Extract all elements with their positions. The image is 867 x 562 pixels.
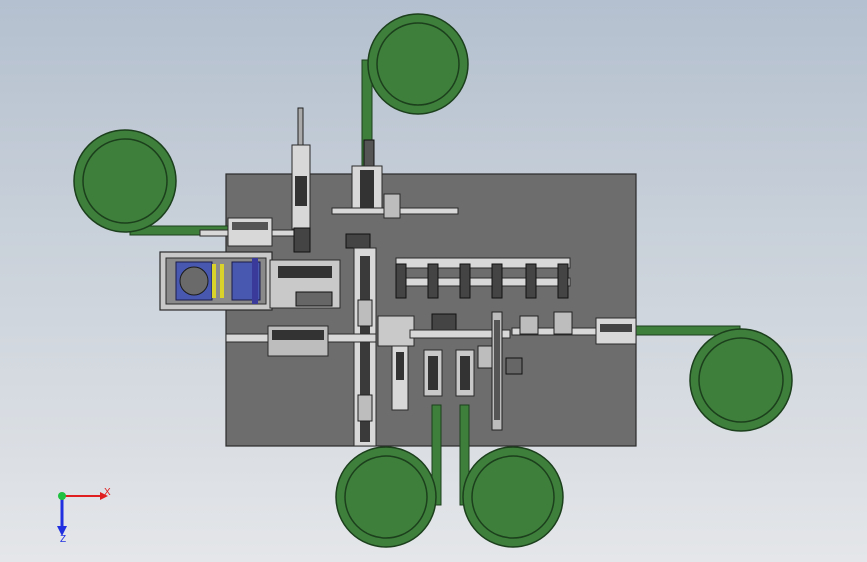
central-vertical-conveyor[interactable] [353,247,377,447]
station-4[interactable] [491,263,503,299]
station-6[interactable] [557,263,569,299]
base-plate[interactable] [225,173,637,447]
vertical-actuator-left[interactable] [291,107,311,253]
station-2[interactable] [427,263,439,299]
coil-right[interactable] [629,325,793,432]
station-5[interactable] [525,263,537,299]
station-1[interactable] [395,263,407,299]
left-station-frame[interactable] [159,251,273,311]
y-axis-dot [58,492,66,500]
station-3[interactable] [459,263,471,299]
cad-viewport[interactable] [0,0,867,562]
coil-top[interactable] [361,13,469,173]
z-axis-label: Z [60,534,66,542]
coordinate-triad: X Z [57,487,111,542]
coil-left[interactable] [73,129,241,236]
x-axis-label: X [104,487,111,498]
